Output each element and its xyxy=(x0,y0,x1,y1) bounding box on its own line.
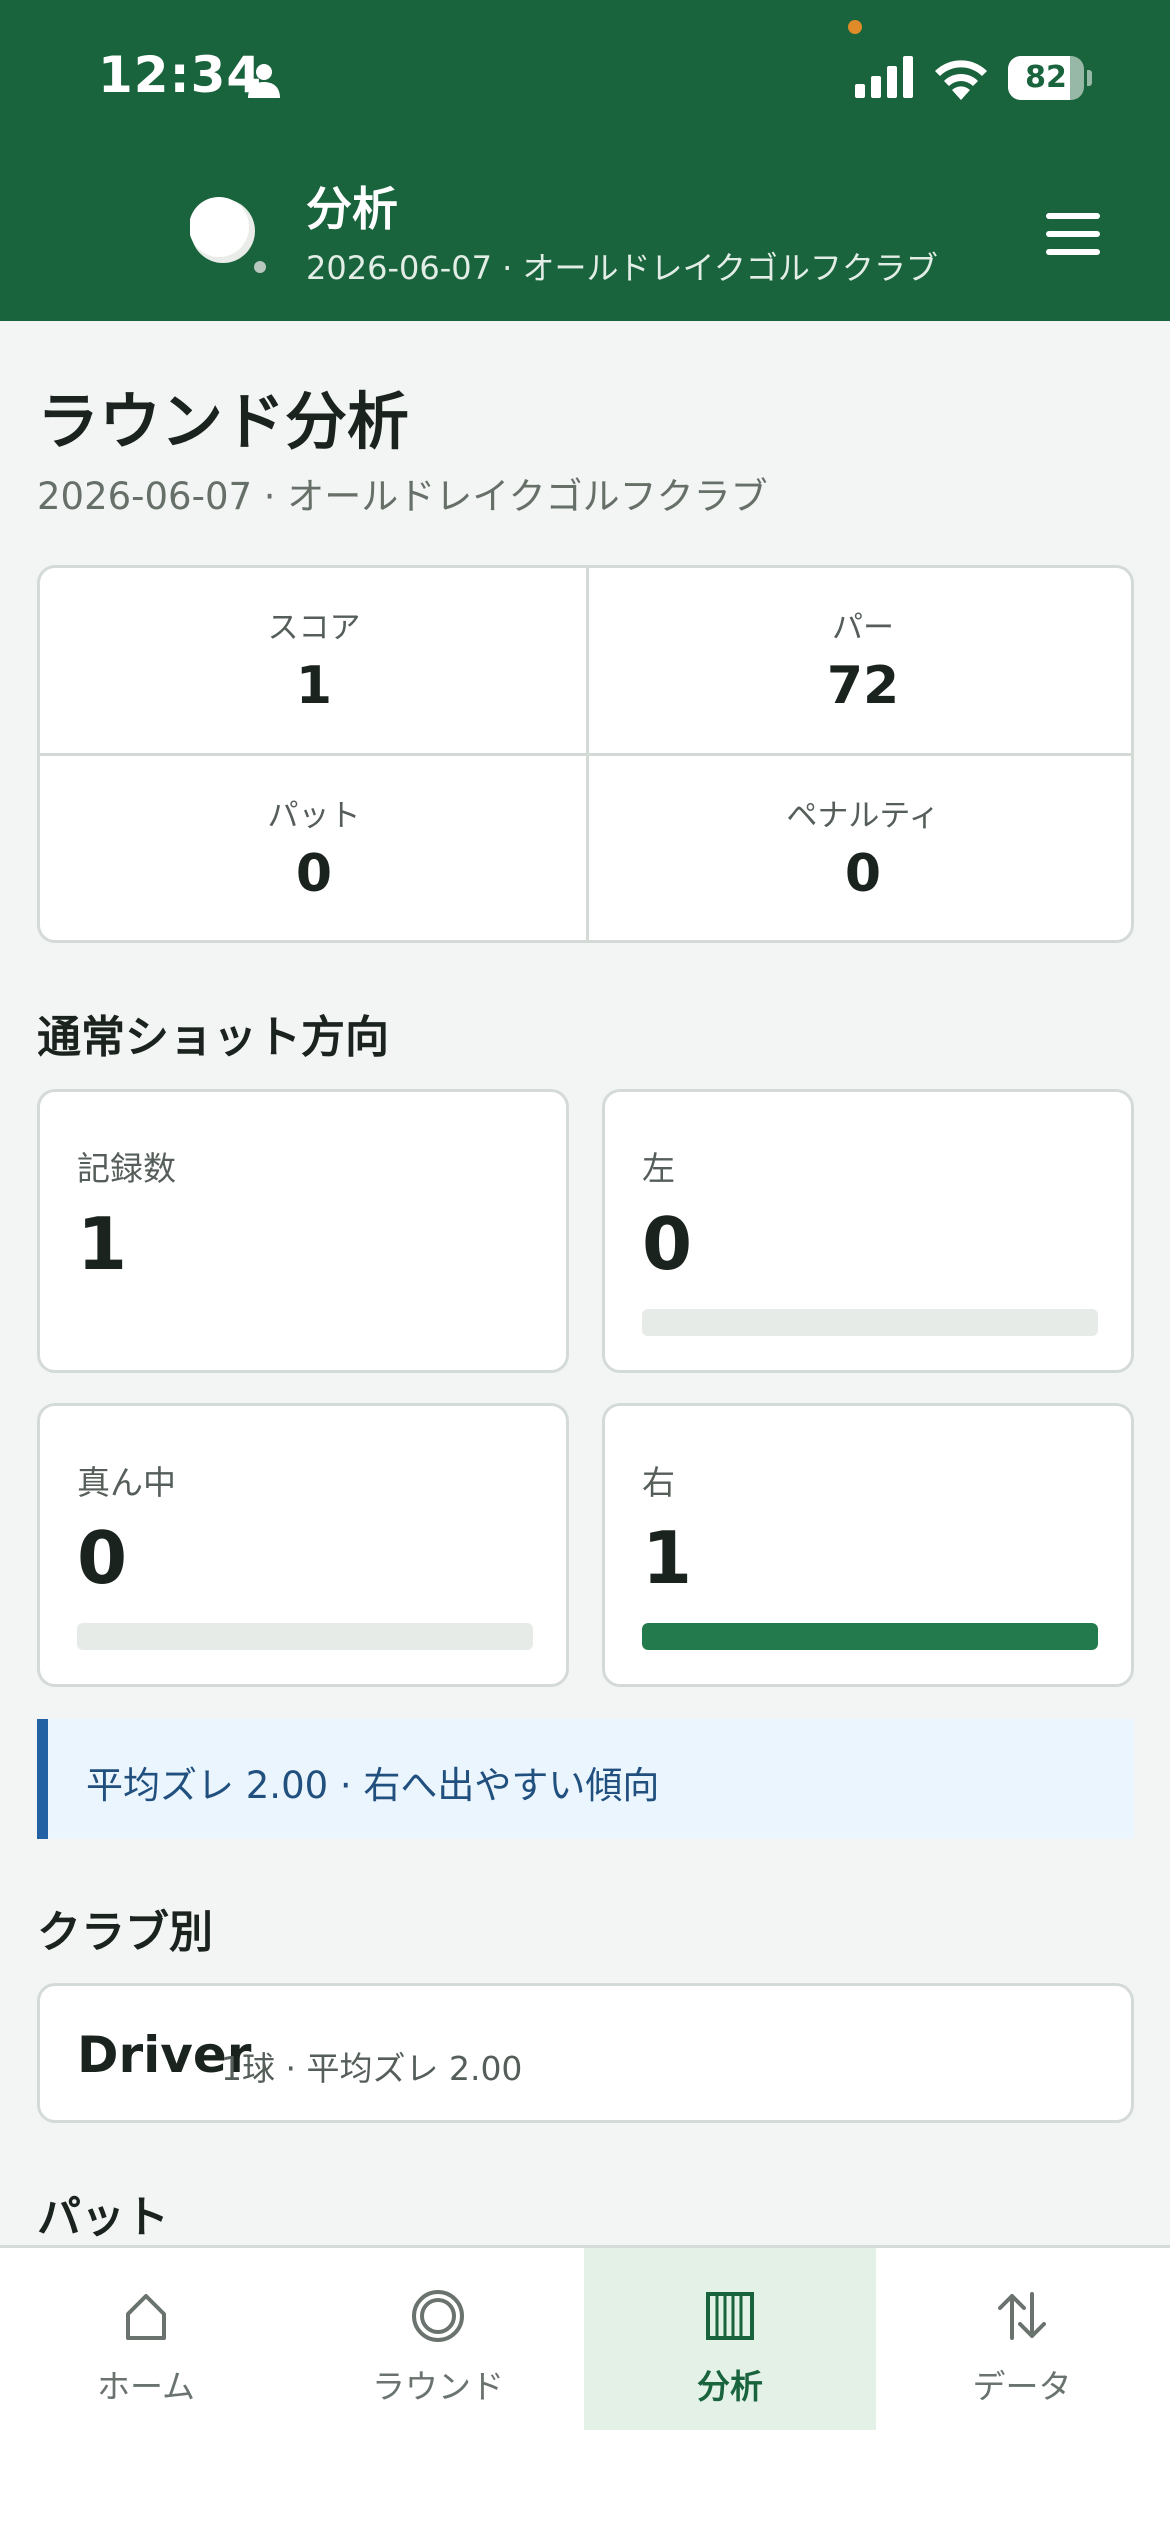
summary-value: 1 xyxy=(295,656,333,716)
person-icon xyxy=(248,64,280,98)
grid-divider xyxy=(40,753,1131,756)
hamburger-icon-line xyxy=(1046,249,1100,255)
cellular-signal-icon xyxy=(855,56,913,98)
data-transfer-icon xyxy=(998,2292,1046,2340)
card-value: 0 xyxy=(77,1516,128,1600)
golf-ball-logo-icon xyxy=(190,197,266,273)
page-subtitle: 2026-06-07 · オールドレイクゴルフクラブ xyxy=(37,475,768,518)
nav-home[interactable]: ホーム xyxy=(0,2248,292,2430)
summary-par: パー 72 xyxy=(589,568,1131,754)
direction-progress-bar xyxy=(642,1309,1098,1336)
nav-label: 分析 xyxy=(697,2367,763,2406)
progress-fill xyxy=(642,1623,1098,1650)
summary-label: パー xyxy=(832,610,894,646)
club-meta: 1球 · 平均ズレ 2.00 xyxy=(221,2049,523,2088)
main-content[interactable]: ラウンド分析 2026-06-07 · オールドレイクゴルフクラブ スコア 1 … xyxy=(0,321,1170,2245)
section-title-direction: 通常ショット方向 xyxy=(37,1012,389,1063)
nav-analysis[interactable]: 分析 xyxy=(584,2248,876,2430)
section-title-clubs: クラブ別 xyxy=(37,1907,213,1958)
summary-value: 72 xyxy=(826,656,900,716)
wifi-icon xyxy=(935,60,987,100)
battery-indicator: 82 xyxy=(1008,56,1092,100)
page-title: ラウンド分析 xyxy=(37,385,410,458)
direction-count-card: 記録数 1 xyxy=(37,1089,569,1373)
section-title-putts: パット xyxy=(37,2192,169,2243)
battery-percent: 82 xyxy=(1025,60,1067,95)
card-value: 0 xyxy=(642,1202,693,1286)
card-label: 真ん中 xyxy=(77,1463,176,1502)
nav-data[interactable]: データ xyxy=(876,2248,1168,2430)
summary-label: ペナルティ xyxy=(786,798,940,834)
battery-shell: 82 xyxy=(1008,56,1084,100)
app-header: 分析 2026-06-07 · オールドレイクゴルフクラブ xyxy=(0,155,1170,321)
card-label: 右 xyxy=(642,1463,675,1502)
nav-label: データ xyxy=(972,2367,1072,2406)
summary-putts: パット 0 xyxy=(40,756,588,940)
card-label: 左 xyxy=(642,1149,675,1188)
round-summary-grid: スコア 1 パー 72 パット 0 ペナルティ 0 xyxy=(37,565,1134,943)
bottom-navigation: ホーム ラウンド 分析 データ xyxy=(0,2245,1170,2532)
round-icon xyxy=(412,2290,464,2342)
nav-round[interactable]: ラウンド xyxy=(292,2248,584,2430)
direction-progress-bar xyxy=(642,1623,1098,1650)
direction-center-card: 真ん中 0 xyxy=(37,1403,569,1687)
hamburger-icon-line xyxy=(1046,231,1100,237)
status-bar: 12:34 82 xyxy=(0,0,1170,155)
direction-progress-bar xyxy=(77,1623,533,1650)
summary-score: スコア 1 xyxy=(40,568,588,754)
card-value: 1 xyxy=(642,1516,693,1600)
home-icon xyxy=(126,2294,166,2340)
nav-label: ホーム xyxy=(96,2367,195,2406)
insight-text: 平均ズレ 2.00 · 右へ出やすい傾向 xyxy=(86,1764,660,1807)
tendency-insight-banner: 平均ズレ 2.00 · 右へ出やすい傾向 xyxy=(37,1719,1134,1839)
club-card-driver[interactable]: Driver 1球 · 平均ズレ 2.00 xyxy=(37,1983,1134,2123)
hamburger-icon-line xyxy=(1046,213,1100,219)
header-subtitle: 2026-06-07 · オールドレイクゴルフクラブ xyxy=(306,249,938,287)
status-time: 12:34 xyxy=(98,46,263,104)
header-title: 分析 xyxy=(306,182,398,236)
summary-penalty: ペナルティ 0 xyxy=(589,756,1131,940)
nav-label: ラウンド xyxy=(372,2367,504,2406)
battery-nub xyxy=(1087,70,1092,86)
card-label: 記録数 xyxy=(77,1149,176,1188)
summary-value: 0 xyxy=(844,844,882,904)
privacy-indicator-dot xyxy=(848,20,862,34)
analysis-icon xyxy=(706,2292,754,2340)
summary-value: 0 xyxy=(295,844,333,904)
summary-label: スコア xyxy=(267,610,361,646)
direction-left-card: 左 0 xyxy=(602,1089,1134,1373)
menu-button[interactable] xyxy=(1046,213,1100,259)
summary-label: パット xyxy=(267,798,361,834)
direction-right-card: 右 1 xyxy=(602,1403,1134,1687)
card-value: 1 xyxy=(77,1202,128,1286)
